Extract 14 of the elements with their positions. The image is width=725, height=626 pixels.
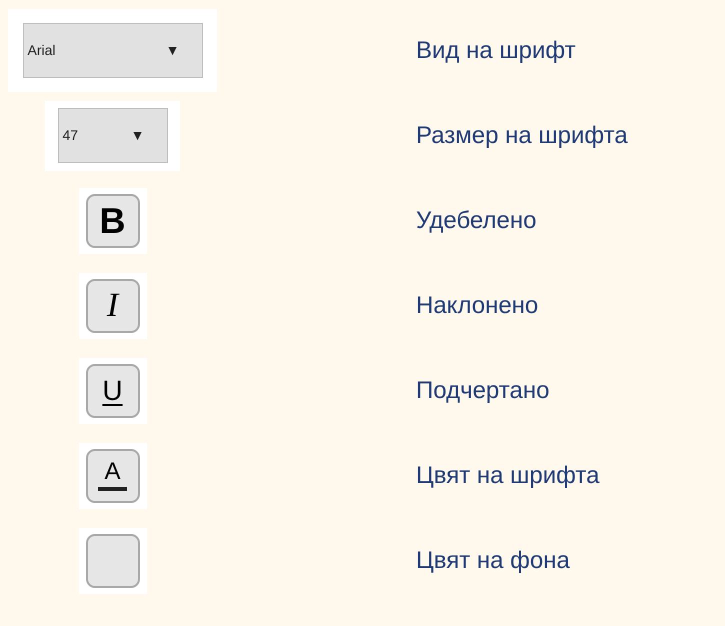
control-label: Вид на шрифт [416, 36, 576, 66]
underline-button[interactable]: U [86, 364, 140, 418]
control-label: Наклонено [416, 290, 538, 320]
size-dropdown[interactable]: 47 ▼ [58, 108, 168, 163]
control-label: Размер на шрифта [416, 120, 628, 150]
font-dropdown[interactable]: Arial ▼ [22, 23, 202, 78]
control-label: Удебелено [416, 206, 536, 236]
italic-button[interactable]: I [86, 278, 140, 332]
control-label: Цвят на фона [416, 546, 570, 576]
background-color-button[interactable] [86, 534, 140, 588]
font-color-button[interactable]: A [86, 448, 140, 502]
bold-button[interactable]: B [86, 194, 140, 248]
control-label: Подчертано [416, 376, 550, 406]
control-label: Цвят на шрифта [416, 460, 600, 490]
